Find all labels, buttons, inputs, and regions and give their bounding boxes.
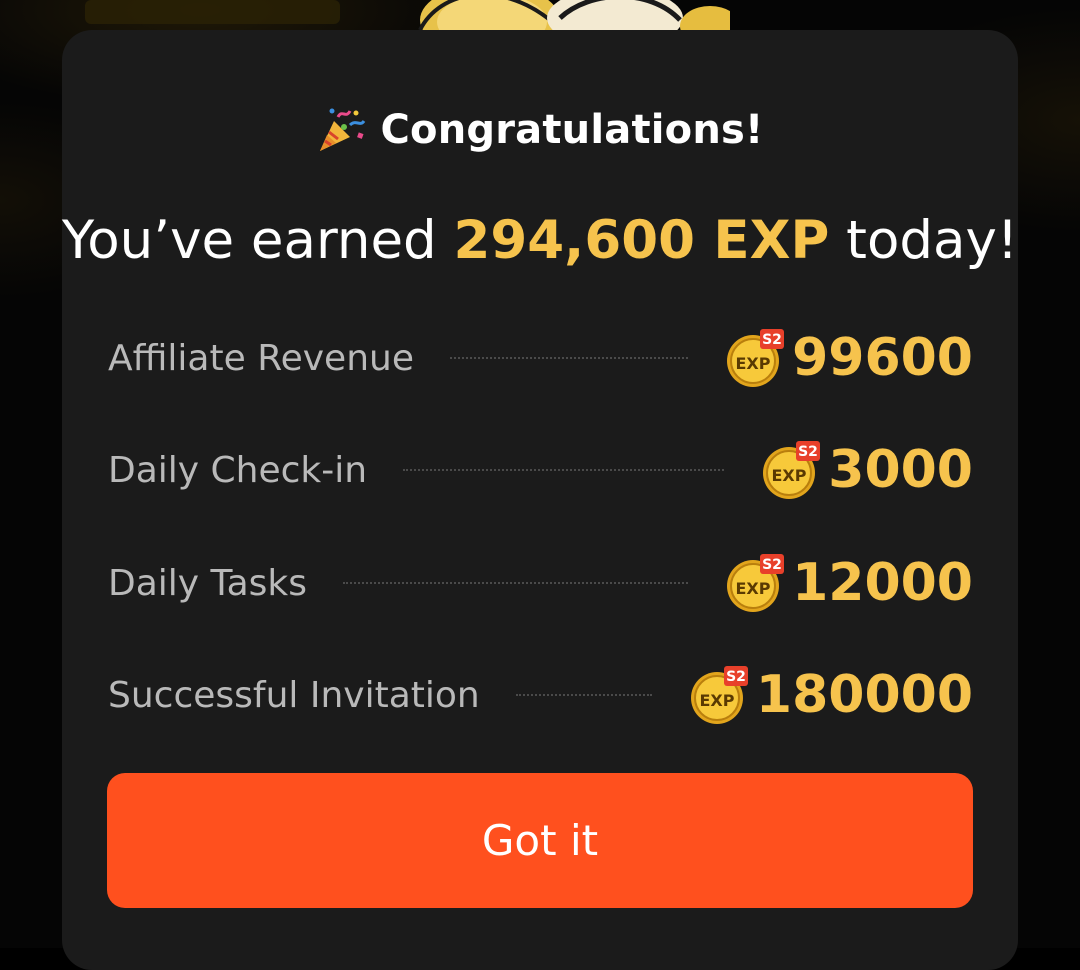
dotted-leader bbox=[449, 357, 689, 359]
badge-text: EXP bbox=[772, 466, 807, 485]
reward-row-successful-invitation: Successful Invitation EXP S2 180000 bbox=[108, 655, 973, 735]
modal-title: Congratulations! bbox=[380, 107, 764, 153]
exp-coin-icon: EXP S2 bbox=[727, 329, 785, 387]
mascot-illustration bbox=[418, 0, 730, 34]
badge-text: EXP bbox=[699, 691, 734, 710]
earned-summary: You’ve earned 294,600 EXP today! bbox=[0, 210, 1080, 271]
reward-label: Daily Tasks bbox=[108, 562, 307, 604]
badge-text: EXP bbox=[736, 354, 771, 373]
badge-text: EXP bbox=[736, 579, 771, 598]
reward-value-group: EXP S2 180000 bbox=[688, 664, 973, 726]
badge-season: S2 bbox=[726, 669, 746, 685]
reward-label: Daily Check-in bbox=[108, 449, 368, 491]
dotted-leader bbox=[403, 469, 725, 471]
got-it-button[interactable]: Got it bbox=[107, 773, 973, 908]
reward-row-affiliate-revenue: Affiliate Revenue EXP S2 99600 bbox=[108, 318, 973, 398]
reward-value-group: EXP S2 99600 bbox=[724, 327, 973, 389]
badge-season: S2 bbox=[762, 557, 782, 573]
reward-row-daily-tasks: Daily Tasks EXP S2 12000 bbox=[108, 543, 973, 623]
modal-header: Congratulations! bbox=[0, 100, 1080, 160]
reward-value-group: EXP S2 3000 bbox=[760, 439, 973, 501]
party-popper-icon bbox=[320, 108, 366, 151]
reward-label: Successful Invitation bbox=[108, 674, 480, 716]
reward-value-group: EXP S2 12000 bbox=[724, 552, 973, 614]
badge-season: S2 bbox=[798, 444, 818, 460]
earned-suffix: today! bbox=[829, 210, 1019, 271]
background-bar bbox=[85, 0, 340, 24]
earned-amount: 294,600 EXP bbox=[453, 210, 830, 271]
badge-season: S2 bbox=[762, 332, 782, 348]
reward-value: 12000 bbox=[792, 553, 973, 613]
dotted-leader bbox=[342, 582, 689, 584]
exp-coin-icon: EXP S2 bbox=[690, 666, 748, 724]
reward-value: 180000 bbox=[755, 665, 973, 725]
reward-value: 99600 bbox=[792, 328, 973, 388]
dotted-leader bbox=[515, 694, 652, 696]
exp-coin-icon: EXP S2 bbox=[727, 554, 785, 612]
earned-prefix: You’ve earned bbox=[61, 210, 454, 271]
exp-coin-icon: EXP S2 bbox=[763, 441, 821, 499]
reward-label: Affiliate Revenue bbox=[108, 337, 414, 379]
reward-value: 3000 bbox=[828, 440, 973, 500]
reward-row-daily-check-in: Daily Check-in EXP S2 3000 bbox=[108, 430, 973, 510]
